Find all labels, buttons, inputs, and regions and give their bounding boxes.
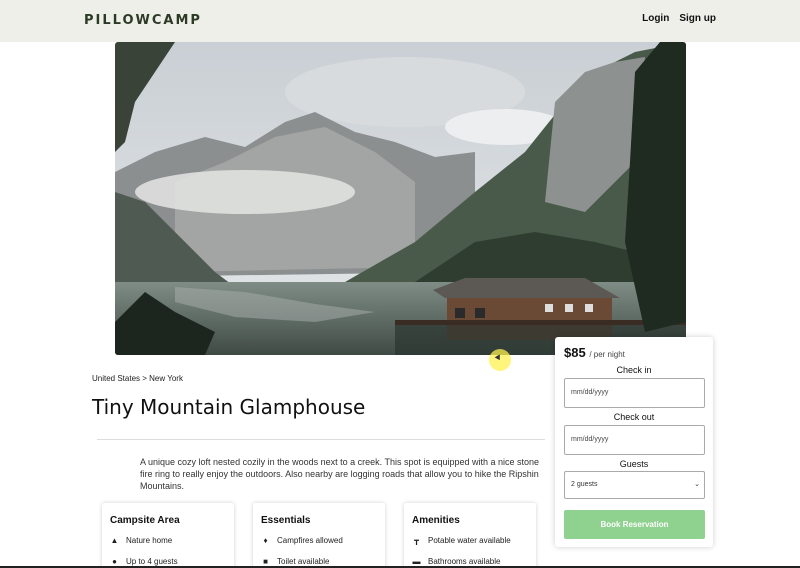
- card-campsite-area: Campsite Area ▲ Nature home ● Up to 4 gu…: [102, 503, 234, 568]
- toilet-icon: ■: [263, 557, 268, 566]
- logo[interactable]: PILLOWCAMP: [84, 13, 202, 28]
- hero-image: [115, 42, 686, 355]
- book-reservation-button[interactable]: Book Reservation: [564, 510, 705, 539]
- card-item: ▲ Nature home: [110, 536, 226, 545]
- card-item: ■ Toilet available: [261, 557, 377, 566]
- card-item-label: Campfires allowed: [277, 536, 343, 545]
- listing-description: A unique cozy loft nested cozily in the …: [140, 457, 540, 491]
- card-title: Campsite Area: [110, 515, 180, 526]
- per-night: / per night: [589, 350, 625, 359]
- guests-value: 2 guests: [571, 481, 598, 488]
- nav: Login Sign up: [642, 13, 716, 24]
- chevron-down-icon: ⌄: [694, 481, 700, 488]
- card-item: ♦ Campfires allowed: [261, 536, 377, 545]
- tent-icon: ▲: [110, 536, 119, 545]
- check-out-label: Check out: [613, 412, 655, 422]
- card-item-label: Nature home: [126, 536, 173, 545]
- card-item-label: Up to 4 guests: [126, 557, 178, 566]
- card-amenities: Amenities ┳ Potable water available ▬ Ba…: [404, 503, 536, 568]
- price-value: $85: [564, 345, 586, 360]
- check-in-label: Check in: [616, 365, 652, 375]
- card-title: Essentials: [261, 515, 311, 526]
- signup-link[interactable]: Sign up: [679, 13, 716, 24]
- card-item-label: Potable water available: [428, 536, 511, 545]
- card-essentials: Essentials ♦ Campfires allowed ■ Toilet …: [253, 503, 385, 568]
- card-item-label: Bathrooms available: [428, 557, 501, 566]
- breadcrumb[interactable]: United States > New York: [92, 374, 183, 383]
- card-item: ▬ Bathrooms available: [412, 557, 528, 566]
- check-out-input[interactable]: mm/dd/yyyy: [564, 425, 705, 455]
- guests-label: Guests: [619, 459, 649, 469]
- faucet-icon: ┳: [414, 536, 419, 545]
- price: $85 / per night: [564, 345, 625, 360]
- site-header: PILLOWCAMP Login Sign up: [0, 0, 800, 42]
- flame-icon: ♦: [263, 536, 268, 545]
- bath-icon: ▬: [412, 557, 421, 566]
- check-in-input[interactable]: mm/dd/yyyy: [564, 378, 705, 408]
- guests-select[interactable]: 2 guests ⌄: [564, 471, 705, 499]
- booking-panel: $85 / per night Check in mm/dd/yyyy Chec…: [555, 337, 713, 547]
- page-title: Tiny Mountain Glamphouse: [92, 395, 366, 419]
- login-link[interactable]: Login: [642, 13, 669, 24]
- card-item: ● Up to 4 guests: [110, 557, 226, 566]
- divider: [97, 439, 545, 440]
- card-item-label: Toilet available: [277, 557, 330, 566]
- card-item: ┳ Potable water available: [412, 536, 528, 545]
- people-icon: ●: [112, 557, 117, 566]
- card-title: Amenities: [412, 515, 460, 526]
